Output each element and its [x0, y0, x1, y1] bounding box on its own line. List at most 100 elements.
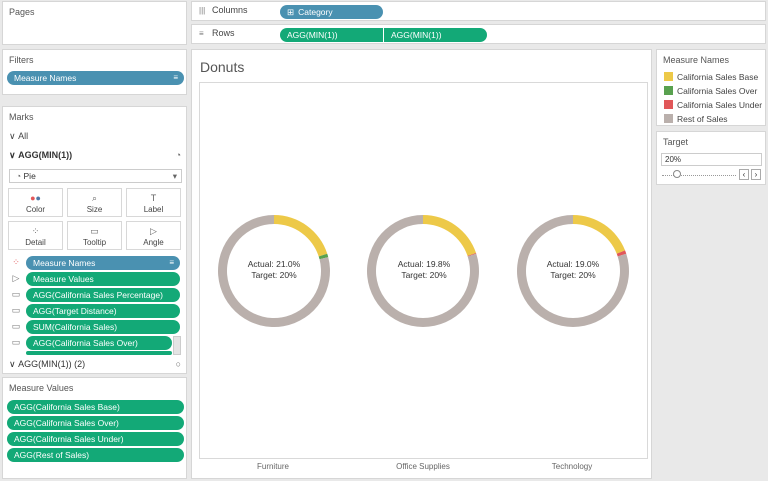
mv-pill-under[interactable]: AGG(California Sales Under): [7, 432, 184, 446]
color-button-label: Color: [25, 205, 46, 214]
marks-section-2[interactable]: ∨ AGG(MIN(1)) (2) ○: [9, 359, 181, 370]
legend-swatch: [664, 72, 673, 81]
legend-label: Rest of Sales: [677, 114, 728, 124]
target-text: Target: 20%: [401, 270, 447, 280]
axis-label-office-supplies: Office Supplies: [396, 462, 450, 471]
tooltip-icon: ▭: [11, 337, 21, 347]
color-icon: ⁘: [12, 257, 20, 267]
donut-label-office-supplies: Actual: 19.8% Target: 20%: [374, 259, 474, 281]
rows-icon: ≡: [199, 29, 204, 38]
color-dots-icon: ●●: [30, 193, 41, 203]
actual-text: Actual: 19.0%: [546, 259, 600, 269]
view-title: Donuts: [200, 59, 245, 75]
marks-section-2-label: AGG(MIN(1)) (2): [18, 359, 86, 369]
angle-button[interactable]: ▷ Angle: [126, 221, 181, 250]
donut-slice-technology-california-sales-base[interactable]: [573, 215, 626, 254]
axis-label-furniture: Furniture: [256, 462, 289, 471]
rows-pill-2[interactable]: AGG(MIN(1)): [384, 28, 487, 42]
field-pill-label: Measure Values: [33, 274, 94, 284]
marks-panel[interactable]: Marks ∨ All ∨ AGG(MIN(1)) ◔ ◔ Pie ▾ ●● Co…: [2, 106, 187, 374]
mark-type-label: Pie: [23, 171, 36, 181]
legend-panel[interactable]: Measure Names California Sales Base Cali…: [656, 49, 766, 126]
mark-type-dropdown[interactable]: ◔ Pie ▾: [9, 169, 182, 183]
legend-item-under[interactable]: California Sales Under: [664, 100, 762, 112]
label-button[interactable]: T Label: [126, 188, 181, 217]
plot-area[interactable]: Actual: 21.0% Target: 20% Actual: 19.8% …: [199, 82, 648, 459]
circle-type-icon: ○: [175, 359, 181, 369]
tooltip-button-label: Tooltip: [82, 238, 107, 247]
mv-pill-over[interactable]: AGG(California Sales Over): [7, 416, 184, 430]
tooltip-button[interactable]: ▭ Tooltip: [67, 221, 122, 250]
target-slider-thumb[interactable]: [672, 170, 681, 178]
columns-pill-category[interactable]: ⊞ Category: [280, 5, 383, 19]
filters-title: Filters: [9, 55, 34, 65]
dropdown-arrow-icon: ▾: [172, 171, 177, 181]
legend-label: California Sales Under: [677, 100, 763, 110]
field-pill-ca-sales-pct[interactable]: AGG(California Sales Percentage): [26, 288, 180, 302]
target-panel[interactable]: Target 20% ‹ ›: [656, 131, 766, 185]
rows-pill-1[interactable]: AGG(MIN(1)): [280, 28, 383, 42]
marks-section-1[interactable]: ∨ AGG(MIN(1)) ◔: [9, 150, 181, 161]
view-panel[interactable]: Donuts Actual: 21.0% Target: 20% Actual:…: [191, 49, 652, 479]
legend-label: California Sales Base: [677, 72, 759, 82]
label-icon: T: [150, 193, 157, 203]
columns-label-text: Columns: [212, 5, 248, 15]
field-pill-ca-sales[interactable]: SUM(California Sales): [26, 320, 180, 334]
rows-pill-2-label: AGG(MIN(1)): [391, 30, 442, 40]
detail-button[interactable]: ⁘ Detail: [8, 221, 63, 250]
measure-values-panel[interactable]: Measure Values AGG(California Sales Base…: [2, 377, 187, 479]
donut-label-technology: Actual: 19.0% Target: 20%: [523, 259, 623, 281]
angle-icon: ▷: [150, 226, 157, 236]
mv-pill-label: AGG(Rest of Sales): [14, 450, 90, 460]
marks-all-row[interactable]: ∨ All: [9, 131, 28, 142]
rows-label: ≡ Rows: [199, 28, 235, 38]
slider-next-button[interactable]: ›: [751, 169, 761, 180]
sort-icon: ≡: [173, 73, 178, 82]
legend-item-rest[interactable]: Rest of Sales: [664, 114, 728, 126]
field-pill-ca-sales-over[interactable]: AGG(California Sales Over): [26, 336, 172, 350]
actual-text: Actual: 21.0%: [247, 259, 301, 269]
tooltip-icon: ▭: [11, 321, 21, 331]
rows-label-text: Rows: [212, 28, 235, 38]
mv-pill-rest[interactable]: AGG(Rest of Sales): [7, 448, 184, 462]
legend-item-base[interactable]: California Sales Base: [664, 72, 758, 84]
field-pill-label: AGG(California Sales Percentage): [33, 290, 163, 300]
slider-prev-button[interactable]: ‹: [739, 169, 749, 180]
angle-icon: ▷: [12, 273, 20, 283]
filter-pill-measure-names[interactable]: Measure Names ≡: [7, 71, 184, 85]
mv-pill-base[interactable]: AGG(California Sales Base): [7, 400, 184, 414]
chevron-down-icon: ∨: [9, 359, 16, 369]
filter-pill-label: Measure Names: [14, 73, 77, 83]
columns-pill-label: Category: [298, 7, 333, 17]
marks-section-1-label: AGG(MIN(1)): [18, 150, 73, 160]
donut-slice-office-supplies-california-sales-base[interactable]: [423, 215, 477, 256]
pie-type-icon: ◔: [175, 150, 181, 160]
pie-icon: ◔: [16, 171, 22, 181]
tooltip-icon: ▭: [90, 226, 99, 236]
field-pill-partial: [26, 351, 172, 355]
tooltip-icon: ▭: [11, 289, 21, 299]
columns-shelf[interactable]: ||| Columns ⊞ Category: [191, 1, 766, 21]
field-pill-label: SUM(California Sales): [33, 322, 118, 332]
field-pill-target-distance[interactable]: AGG(Target Distance): [26, 304, 180, 318]
target-input[interactable]: 20%: [661, 153, 762, 166]
color-button[interactable]: ●● Color: [8, 188, 63, 217]
chevron-down-icon: ∨: [9, 131, 16, 141]
size-icon: ⌕: [91, 193, 98, 203]
field-pill-measure-names[interactable]: Measure Names ≡: [26, 256, 180, 270]
pages-panel[interactable]: Pages: [2, 1, 187, 45]
rows-shelf[interactable]: ≡ Rows AGG(MIN(1)) AGG(MIN(1)): [191, 24, 766, 44]
marks-scrollbar[interactable]: [173, 336, 181, 355]
field-pill-measure-values[interactable]: Measure Values: [26, 272, 180, 286]
target-text: Target: 20%: [550, 270, 596, 280]
mv-pill-label: AGG(California Sales Base): [14, 402, 120, 412]
tooltip-icon: ▭: [11, 305, 21, 315]
legend-item-over[interactable]: California Sales Over: [664, 86, 757, 98]
field-pill-label: AGG(Target Distance): [33, 306, 117, 316]
donut-slice-furniture-california-sales-base[interactable]: [274, 215, 328, 257]
size-button-label: Size: [86, 205, 103, 214]
filters-panel[interactable]: Filters Measure Names ≡: [2, 49, 187, 95]
legend-label: California Sales Over: [677, 86, 758, 96]
size-button[interactable]: ⌕ Size: [67, 188, 122, 217]
expand-icon: ⊞: [287, 7, 295, 17]
